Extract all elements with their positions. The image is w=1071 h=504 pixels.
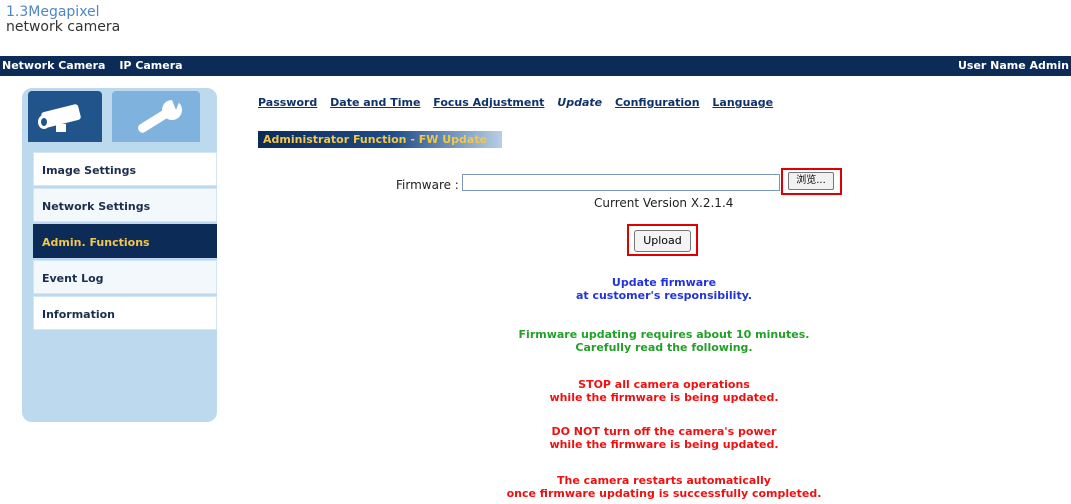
tab-camera[interactable] [28, 91, 102, 142]
sidebar-item-admin-functions[interactable]: Admin. Functions [33, 224, 217, 258]
firmware-file-input[interactable] [462, 174, 780, 191]
topbar-network-camera: Network Camera [2, 59, 106, 72]
brand-logo: 1.3Megapixel network camera [6, 5, 120, 35]
tab-password[interactable]: Password [258, 96, 317, 109]
brand-line-1: 1.3Megapixel [6, 4, 100, 20]
tab-update[interactable]: Update [557, 96, 602, 109]
warning-power-line-2: while the firmware is being updated. [549, 438, 779, 451]
info-restart-line-2: once firmware updating is successfully c… [506, 487, 822, 500]
tab-focus-adjustment[interactable]: Focus Adjustment [433, 96, 544, 109]
sidebar-item-event-log[interactable]: Event Log [33, 260, 217, 294]
tab-configuration[interactable]: Configuration [615, 96, 700, 109]
brand-line-2: network camera [6, 19, 121, 35]
tab-tools[interactable] [112, 91, 200, 142]
warning-power-line-1: DO NOT turn off the camera's power [551, 425, 777, 438]
camera-icon [38, 104, 81, 132]
tab-date-and-time[interactable]: Date and Time [330, 96, 420, 109]
sidebar-item-network-settings[interactable]: Network Settings [33, 188, 217, 222]
wrench-icon [137, 100, 182, 133]
browse-button[interactable]: 浏览... [788, 172, 834, 190]
top-bar: Network Camera IP Camera User Name Admin [0, 56, 1071, 76]
sidebar: Image Settings Network Settings Admin. F… [22, 88, 217, 422]
notice-duration-line-1: Firmware updating requires about 10 minu… [518, 328, 810, 341]
notice-responsibility-line-2: at customer's responsibility. [575, 289, 753, 302]
section-title: Administrator Function - FW Update [258, 131, 502, 148]
sidebar-item-information[interactable]: Information [33, 296, 217, 330]
topbar-ip-camera: IP Camera [119, 59, 183, 72]
upload-button[interactable]: Upload [634, 230, 691, 252]
info-restart-line-1: The camera restarts automatically [557, 474, 771, 487]
user-name: User Name Admin [957, 59, 1069, 72]
sidebar-item-image-settings[interactable]: Image Settings [33, 152, 217, 186]
firmware-label: Firmware : [396, 178, 459, 192]
notice-responsibility-line-1: Update firmware [611, 276, 717, 289]
tab-language[interactable]: Language [712, 96, 773, 109]
notice-duration-line-2: Carefully read the following. [575, 341, 753, 354]
warning-stop-line-1: STOP all camera operations [578, 378, 750, 391]
warning-stop-line-2: while the firmware is being updated. [549, 391, 779, 404]
current-version: Current Version X.2.1.4 [594, 196, 734, 210]
sub-navigation: Password Date and Time Focus Adjustment … [258, 96, 782, 109]
